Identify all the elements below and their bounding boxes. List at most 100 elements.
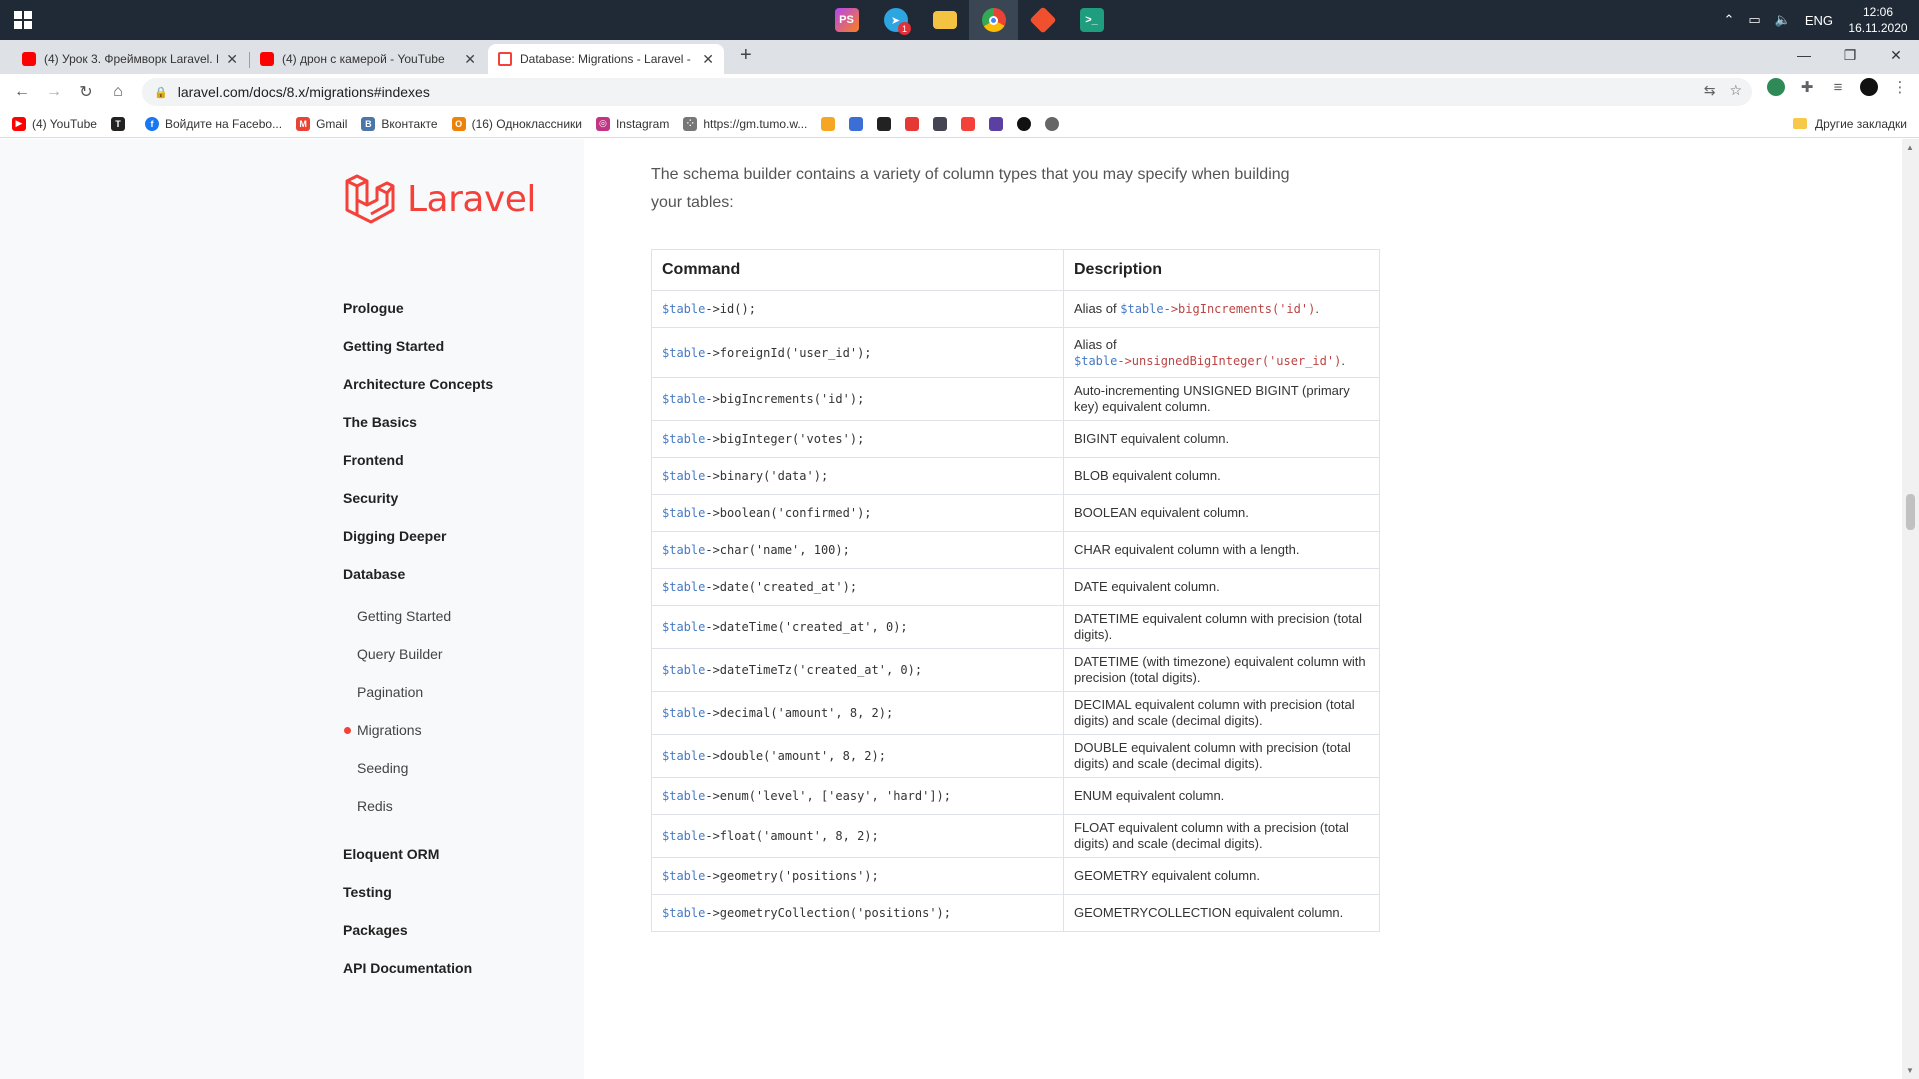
close-window-button[interactable]: ✕	[1873, 40, 1919, 70]
browser-toolbar: ← → ↻ ⌂ 🔒 laravel.com/docs/8.x/migration…	[0, 74, 1919, 110]
back-arrow-icon[interactable]: ←	[6, 78, 38, 106]
vk-icon: В	[361, 116, 376, 131]
scroll-thumb[interactable]	[1906, 494, 1915, 530]
scroll-down-icon[interactable]: ▼	[1906, 1066, 1914, 1075]
bookmark-laravel-icon[interactable]	[961, 116, 976, 131]
sub-item-seeding[interactable]: Seeding	[343, 749, 493, 787]
terminal-taskbar-icon[interactable]: >_	[1067, 0, 1116, 40]
bookmark-github-icon[interactable]	[1017, 116, 1032, 131]
reading-list-icon[interactable]: ≡	[1829, 78, 1847, 96]
profile-avatar[interactable]	[1860, 78, 1878, 96]
bookmark-mdb-icon[interactable]	[849, 116, 864, 131]
bookmark-dark-icon[interactable]	[877, 116, 892, 131]
folder-icon	[1793, 118, 1808, 129]
docs-sidebar: Laravel Prologue Getting Started Archite…	[0, 139, 584, 1079]
other-bookmarks[interactable]: Другие закладки	[1793, 117, 1907, 131]
new-tab-button[interactable]: +	[740, 44, 752, 67]
windows-logo-icon	[14, 11, 32, 29]
tab-close-icon[interactable]: ✕	[226, 51, 238, 68]
bookmark-bootstrap-icon[interactable]	[989, 116, 1004, 131]
nav-item-security[interactable]: Security	[343, 479, 493, 517]
forward-arrow-icon[interactable]: →	[38, 78, 70, 106]
table-row: $table->bigIncrements('id'); Auto-increme…	[651, 377, 1380, 421]
bookmark-square-icon[interactable]	[933, 116, 948, 131]
bookmark-tumo[interactable]: ⁘ https://gm.tumo.w...	[683, 116, 807, 131]
bookmark-globe-icon[interactable]	[1045, 116, 1060, 131]
sub-item-migrations[interactable]: Migrations	[343, 711, 493, 749]
description-cell: BIGINT equivalent column.	[1063, 420, 1380, 458]
tumo-icon: ⁘	[683, 116, 698, 131]
description-cell: DATE equivalent column.	[1063, 568, 1380, 606]
bookmark-odnoklassniki[interactable]: О (16) Одноклассники	[451, 116, 582, 131]
nav-item-prologue[interactable]: Prologue	[343, 289, 493, 327]
windows-start-button[interactable]	[0, 0, 46, 40]
logo-text: Laravel	[407, 178, 536, 220]
git-taskbar-icon[interactable]	[1018, 0, 1067, 40]
shield-extension-icon[interactable]	[1767, 78, 1785, 96]
nav-item-architecture-concepts[interactable]: Architecture Concepts	[343, 365, 493, 403]
command-cell: $table->enum('level', ['easy', 'hard']);	[651, 777, 1064, 815]
language-indicator[interactable]: ENG	[1805, 13, 1833, 28]
tab-close-icon[interactable]: ✕	[702, 51, 714, 68]
sub-item-query-builder[interactable]: Query Builder	[343, 635, 493, 673]
bookmark-tg[interactable]: T	[110, 116, 131, 131]
file-explorer-taskbar-icon[interactable]	[920, 0, 969, 40]
docs-nav: Prologue Getting Started Architecture Co…	[343, 289, 493, 987]
sub-item-getting-started[interactable]: Getting Started	[343, 597, 493, 635]
chrome-taskbar-icon[interactable]	[969, 0, 1018, 40]
header-command: Command	[651, 249, 1064, 291]
bookmark-youtube[interactable]: ▶ (4) YouTube	[12, 116, 97, 131]
page-scrollbar[interactable]: ▲ ▼	[1902, 139, 1919, 1079]
laravel-logo[interactable]: Laravel	[343, 173, 536, 225]
bookmark-vk[interactable]: В Вконтакте	[361, 116, 438, 131]
nav-item-frontend[interactable]: Frontend	[343, 441, 493, 479]
scroll-up-icon[interactable]: ▲	[1906, 143, 1914, 152]
tab-youtube-lesson[interactable]: (4) Урок 3. Фреймворк Laravel. E ✕	[12, 44, 248, 74]
command-cell: $table->float('amount', 8, 2);	[651, 814, 1064, 858]
sub-item-redis[interactable]: Redis	[343, 787, 493, 825]
table-row: $table->enum('level', ['easy', 'hard']);…	[651, 777, 1380, 815]
nav-item-packages[interactable]: Packages	[343, 911, 493, 949]
maximize-button[interactable]: ❐	[1827, 40, 1873, 70]
nav-item-eloquent-orm[interactable]: Eloquent ORM	[343, 835, 493, 873]
bookmark-star-icon[interactable]: ☆	[1729, 82, 1742, 99]
bookmark-facebook[interactable]: f Войдите на Facebo...	[144, 116, 282, 131]
laravel-favicon-icon	[498, 52, 512, 66]
bookmark-instagram[interactable]: ◎ Instagram	[595, 116, 669, 131]
nav-item-digging-deeper[interactable]: Digging Deeper	[343, 517, 493, 555]
tab-laravel-migrations[interactable]: Database: Migrations - Laravel - ✕	[488, 44, 724, 74]
bookmark-gmail[interactable]: M Gmail	[296, 116, 347, 131]
sub-item-pagination[interactable]: Pagination	[343, 673, 493, 711]
nav-item-database[interactable]: Database	[343, 555, 493, 593]
table-row: $table->geometryCollection('positions');…	[651, 894, 1380, 932]
gmail-icon: M	[296, 116, 311, 131]
command-cell: $table->dateTime('created_at', 0);	[651, 605, 1064, 649]
clock[interactable]: 12:06 16.11.2020	[1847, 4, 1909, 36]
nav-item-testing[interactable]: Testing	[343, 873, 493, 911]
nav-item-api-documentation[interactable]: API Documentation	[343, 949, 493, 987]
translate-icon[interactable]: ⇆	[1704, 82, 1716, 99]
command-cell: $table->geometry('positions');	[651, 857, 1064, 895]
instagram-icon: ◎	[595, 116, 610, 131]
tray-chevron-icon[interactable]: ⌃	[1723, 12, 1734, 28]
command-cell: $table->bigInteger('votes');	[651, 420, 1064, 458]
more-menu-icon[interactable]: ⋮	[1891, 78, 1909, 96]
windows-taskbar: PS ➤ 1 >_ ⌃ ▭ 🔈 ENG 12:06 16.11.2020	[0, 0, 1919, 40]
tab-youtube-drone[interactable]: (4) дрон с камерой - YouTube ✕	[250, 44, 486, 74]
minimize-button[interactable]: —	[1781, 40, 1827, 70]
network-icon[interactable]: ▭	[1748, 12, 1760, 28]
nav-item-the-basics[interactable]: The Basics	[343, 403, 493, 441]
address-bar[interactable]: 🔒 laravel.com/docs/8.x/migrations#indexe…	[142, 78, 1752, 106]
phpstorm-taskbar-icon[interactable]: PS	[822, 0, 871, 40]
nav-item-getting-started[interactable]: Getting Started	[343, 327, 493, 365]
reload-icon[interactable]: ↻	[70, 78, 102, 106]
telegram-taskbar-icon[interactable]: ➤ 1	[871, 0, 920, 40]
tab-close-icon[interactable]: ✕	[464, 51, 476, 68]
bookmark-grid-icon[interactable]	[905, 116, 920, 131]
puzzle-extension-icon[interactable]: ✚	[1798, 78, 1816, 96]
home-icon[interactable]: ⌂	[102, 78, 134, 106]
desc-code: $table->unsignedBigInteger('user_id')	[1074, 353, 1342, 368]
volume-icon[interactable]: 🔈	[1775, 12, 1791, 28]
bookmark-stack-icon[interactable]	[821, 116, 836, 131]
table-row: $table->id(); Alias of $table->bigIncreme…	[651, 290, 1380, 328]
